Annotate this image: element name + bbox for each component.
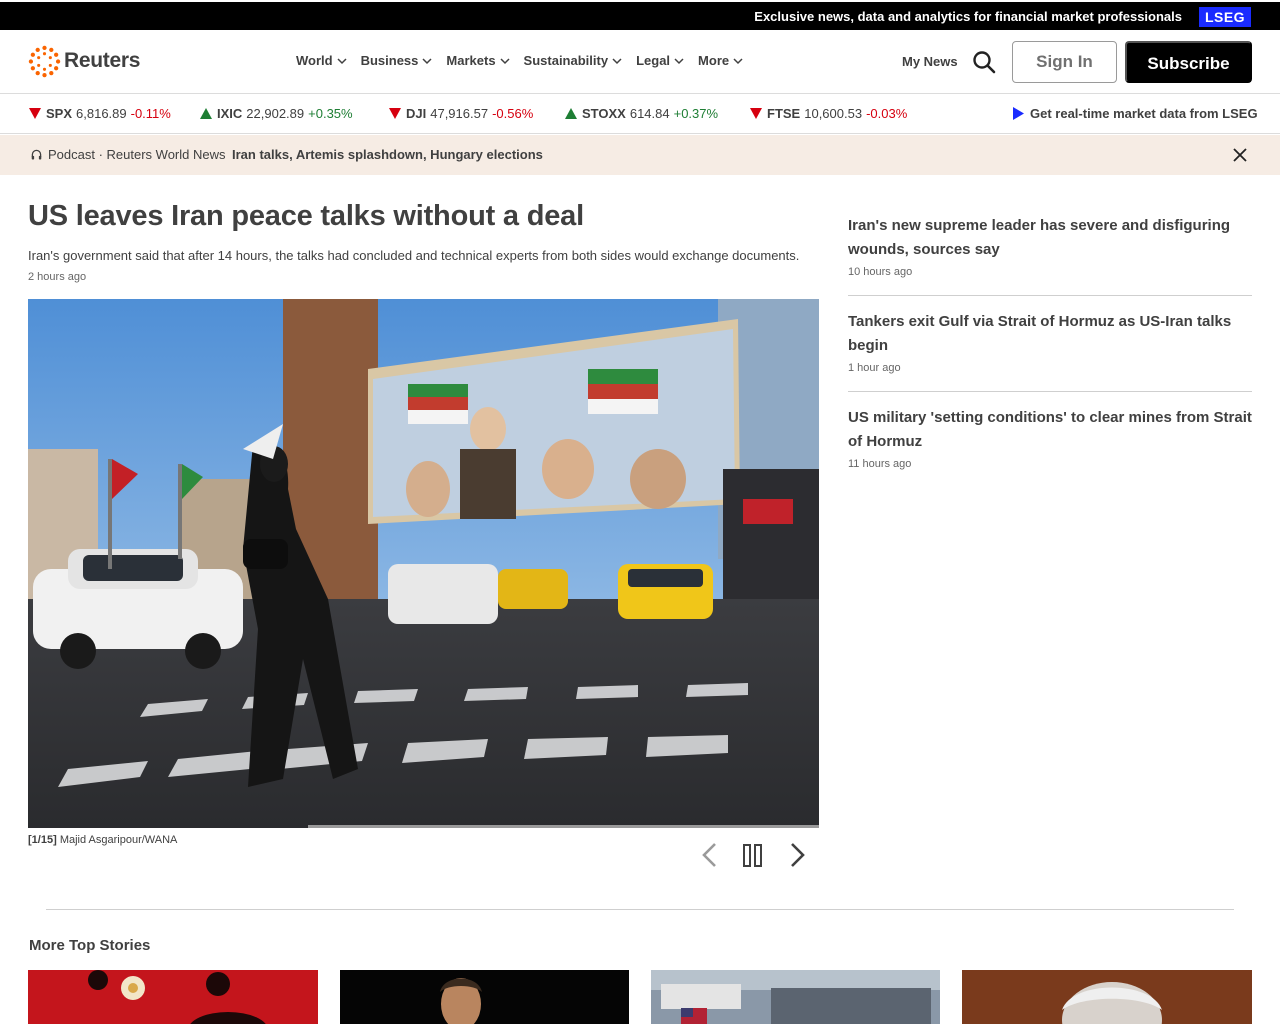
search-icon[interactable] [972,50,996,74]
sign-in-button[interactable]: Sign In [1012,41,1117,83]
nav-label: Markets [446,53,496,68]
ticker-item-spx[interactable]: SPX 6,816.89 -0.11% [29,106,171,121]
triangle-up-icon [565,108,577,119]
site-header: Reuters World Business Markets Sustainab… [0,30,1280,94]
article-timestamp: 2 hours ago [28,271,87,283]
ticker-symbol: DJI [406,106,427,121]
article-summary: Iran's government said that after 14 hou… [28,248,800,263]
nav-more[interactable]: More [698,53,743,68]
ticker-change: +0.37% [673,106,719,121]
ticker-change: -0.56% [492,106,534,121]
nav-markets[interactable]: Markets [446,53,510,68]
subscribe-button[interactable]: Subscribe [1125,41,1252,83]
nav-sustainability[interactable]: Sustainability [524,53,623,68]
caption-index: [1/15] [28,834,57,846]
logo-wordmark: Reuters [64,49,141,72]
ticker-item-ixic[interactable]: IXIC 22,902.89 +0.35% [200,106,353,121]
ticker-value: 22,902.89 [246,106,305,121]
ticker-symbol: STOXX [582,106,626,121]
ticker-item-stoxx[interactable]: STOXX 614.84 +0.37% [565,106,718,121]
sidebar-story-title[interactable]: Iran's new supreme leader has severe and… [848,214,1252,262]
triangle-up-icon [200,108,212,119]
podcast-bar[interactable]: Podcast · Reuters World News Iran talks,… [0,135,1280,175]
story-thumbnail[interactable] [962,970,1252,1024]
chevron-down-icon [422,57,432,64]
story-thumbnail[interactable] [28,970,318,1024]
chevron-down-icon [674,57,684,64]
article-photo[interactable] [28,299,819,828]
promo-text[interactable]: Exclusive news, data and analytics for f… [754,9,1182,24]
ticker-value: 47,916.57 [430,106,489,121]
ticker-symbol: FTSE [767,106,801,121]
reuters-dots-icon [28,45,61,77]
chevron-down-icon [733,57,743,64]
market-ticker: SPX 6,816.89 -0.11% IXIC 22,902.89 +0.35… [0,94,1280,134]
sidebar-story-title[interactable]: Tankers exit Gulf via Strait of Hormuz a… [848,310,1252,358]
sidebar-story[interactable]: Iran's new supreme leader has severe and… [848,214,1252,278]
top-promo-banner[interactable]: Exclusive news, data and analytics for f… [0,0,1280,30]
pause-icon[interactable] [740,840,766,870]
triangle-down-icon [389,108,401,119]
story-image [651,970,940,1024]
lseg-link-label: Get real-time market data from LSEG [1030,106,1258,121]
caption-credit: Majid Asgaripour/WANA [59,834,178,846]
close-icon[interactable] [1232,147,1248,163]
chevron-right-icon[interactable] [785,840,811,870]
podcast-label: Podcast · Reuters World News [48,147,226,162]
triangle-down-icon [29,108,41,119]
story-image [28,970,318,1024]
street-scene-image [28,299,819,828]
lseg-badge[interactable]: LSEG [1199,7,1251,27]
ticker-change: -0.11% [130,106,171,121]
ticker-item-ftse[interactable]: FTSE 10,600.53 -0.03% [750,106,907,121]
more-top-stories-heading: More Top Stories [29,937,151,954]
story-image [340,970,629,1024]
play-arrow-icon [1013,107,1024,120]
sidebar-story[interactable]: US military 'setting conditions' to clea… [848,406,1252,470]
section-divider [46,909,1234,910]
nav-label: World [296,53,333,68]
story-thumbnail[interactable] [340,970,630,1024]
story-image [962,970,1252,1024]
sidebar-story-time: 10 hours ago [848,266,913,278]
podcast-title[interactable]: Iran talks, Artemis splashdown, Hungary … [232,147,543,162]
sidebar-story-time: 11 hours ago [848,458,912,470]
nav-label: Legal [636,53,671,68]
nav-world[interactable]: World [296,53,347,68]
nav-label: More [698,53,730,68]
ticker-change: -0.03% [866,106,908,121]
ticker-change: +0.35% [308,106,353,121]
my-news-link[interactable]: My News [902,54,958,69]
photo-caption: [1/15] Majid Asgaripour/WANA [28,834,177,846]
nav-legal[interactable]: Legal [636,53,684,68]
chevron-down-icon [500,57,510,64]
reuters-logo[interactable]: Reuters [28,44,140,78]
sidebar-story[interactable]: Tankers exit Gulf via Strait of Hormuz a… [848,310,1252,374]
chevron-down-icon [612,57,622,64]
nav-business[interactable]: Business [361,53,433,68]
story-thumbnail[interactable] [651,970,941,1024]
ticker-value: 614.84 [629,106,670,121]
nav-label: Sustainability [523,53,609,68]
divider [848,295,1252,296]
lseg-market-data-link[interactable]: Get real-time market data from LSEG [1012,106,1258,121]
nav-label: Business [360,53,419,68]
ticker-value: 10,600.53 [804,106,863,121]
triangle-down-icon [750,108,762,119]
ticker-item-dji[interactable]: DJI 47,916.57 -0.56% [389,106,533,121]
ticker-value: 6,816.89 [76,106,127,121]
divider [848,391,1252,392]
ticker-symbol: IXIC [217,106,243,121]
chevron-down-icon [337,57,347,64]
sidebar-story-title[interactable]: US military 'setting conditions' to clea… [848,406,1252,454]
headphones-icon [31,149,42,160]
main-nav: World Business Markets Sustainability Le… [296,53,757,68]
chevron-left-icon[interactable] [698,840,724,870]
article-headline[interactable]: US leaves Iran peace talks without a dea… [28,200,584,233]
sidebar-story-time: 1 hour ago [848,362,901,374]
ticker-symbol: SPX [46,106,73,121]
